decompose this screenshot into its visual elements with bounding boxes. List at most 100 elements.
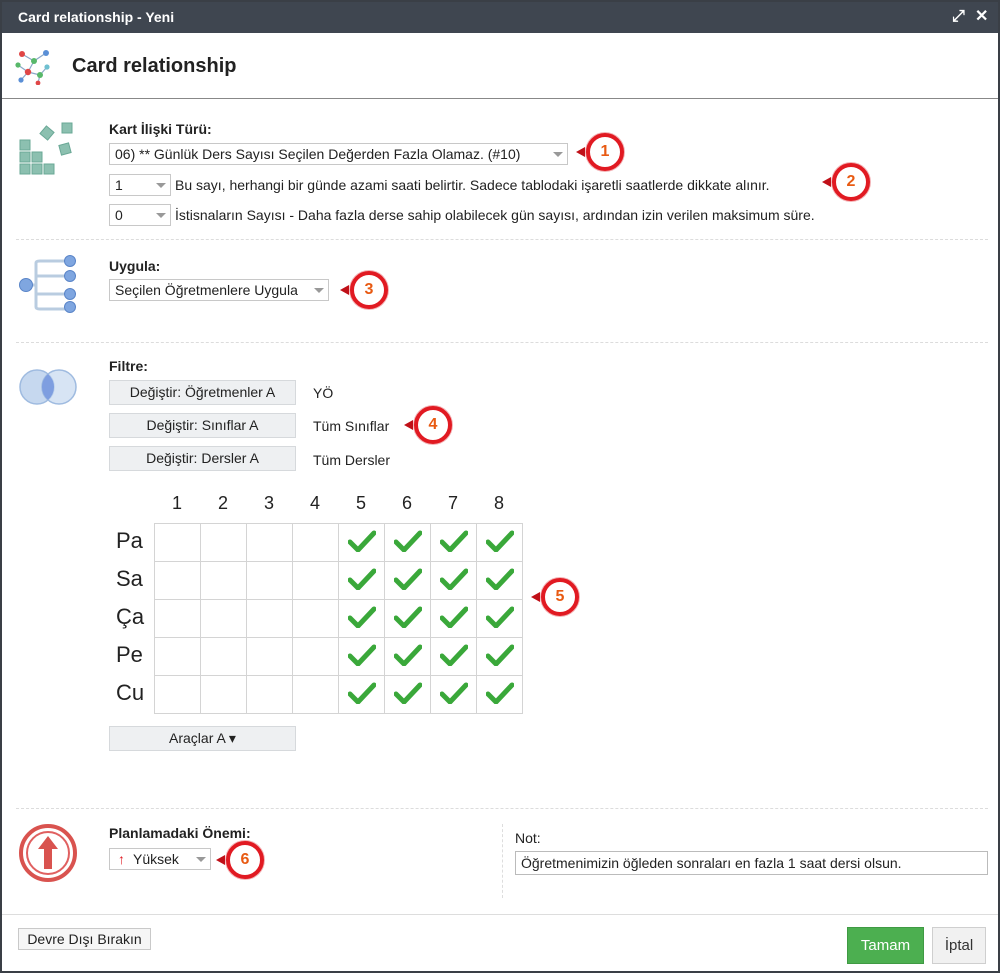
- grid-row-header[interactable]: Pa: [116, 528, 143, 554]
- grid-cell[interactable]: [476, 637, 523, 676]
- relation-type-label: Kart İlişki Türü:: [109, 121, 212, 137]
- time-grid[interactable]: [154, 523, 523, 714]
- change-subjects-button[interactable]: Değiştir: Dersler A: [109, 446, 296, 471]
- grid-cell[interactable]: [430, 675, 477, 714]
- checkmark-icon: [485, 644, 514, 667]
- grid-column-header[interactable]: 1: [154, 493, 200, 514]
- grid-cell[interactable]: [246, 561, 293, 600]
- grid-cell[interactable]: [384, 637, 431, 676]
- callout-number: 4: [428, 416, 438, 433]
- note-label: Not:: [515, 830, 541, 846]
- grid-cell[interactable]: [200, 599, 247, 638]
- divider: [16, 239, 988, 240]
- grid-cell[interactable]: [154, 599, 201, 638]
- checkmark-icon: [485, 568, 514, 591]
- checkmark-icon: [439, 682, 468, 705]
- grid-cell[interactable]: [200, 561, 247, 600]
- relation-type-value: 06) ** Günlük Ders Sayısı Seçilen Değerd…: [115, 146, 521, 162]
- chevron-down-icon: [553, 152, 563, 157]
- callout-number: 6: [240, 851, 250, 868]
- grid-cell[interactable]: [430, 637, 477, 676]
- grid-cell[interactable]: [476, 561, 523, 600]
- grid-column-header[interactable]: 4: [292, 493, 338, 514]
- grid-column-header[interactable]: 3: [246, 493, 292, 514]
- grid-cell[interactable]: [154, 675, 201, 714]
- grid-cell[interactable]: [154, 637, 201, 676]
- grid-cell[interactable]: [430, 561, 477, 600]
- grid-cell[interactable]: [292, 523, 339, 562]
- subjects-value: Tüm Dersler: [313, 452, 391, 468]
- grid-row: [154, 523, 523, 562]
- grid-cell[interactable]: [384, 599, 431, 638]
- grid-cell[interactable]: [384, 675, 431, 714]
- grid-cell[interactable]: [200, 523, 247, 562]
- grid-cell[interactable]: [246, 523, 293, 562]
- exceptions-select[interactable]: 0: [109, 204, 171, 226]
- grid-cell[interactable]: [200, 675, 247, 714]
- apply-select[interactable]: Seçilen Öğretmenlere Uygula: [109, 279, 329, 301]
- dialog-header: Card relationship: [2, 33, 998, 99]
- apply-label: Uygula:: [109, 258, 161, 274]
- grid-cell[interactable]: [476, 599, 523, 638]
- callout-badge-2: 2: [822, 163, 870, 201]
- grid-row: [154, 599, 523, 638]
- grid-row-header[interactable]: Pe: [116, 642, 143, 668]
- disable-button[interactable]: Devre Dışı Bırakın: [18, 928, 151, 950]
- grid-cell[interactable]: [338, 675, 385, 714]
- grid-column-header[interactable]: 2: [200, 493, 246, 514]
- grid-cell[interactable]: [154, 523, 201, 562]
- maximize-icon[interactable]: ⤢: [952, 8, 965, 26]
- callout-number: 3: [364, 281, 374, 298]
- grid-cell[interactable]: [430, 599, 477, 638]
- chevron-down-icon: [314, 288, 324, 293]
- close-icon[interactable]: ✕: [975, 8, 988, 26]
- grid-cell[interactable]: [292, 675, 339, 714]
- count-select[interactable]: 1: [109, 174, 171, 196]
- grid-row-header[interactable]: Sa: [116, 566, 143, 592]
- grid-column-header[interactable]: 6: [384, 493, 430, 514]
- grid-column-header[interactable]: 7: [430, 493, 476, 514]
- relation-type-select[interactable]: 06) ** Günlük Ders Sayısı Seçilen Değerd…: [109, 143, 568, 165]
- grid-row-header[interactable]: Ça: [116, 604, 144, 630]
- grid-cell[interactable]: [338, 561, 385, 600]
- grid-cell[interactable]: [246, 599, 293, 638]
- apply-value: Seçilen Öğretmenlere Uygula: [115, 282, 298, 298]
- grid-cell[interactable]: [338, 523, 385, 562]
- grid-cell[interactable]: [292, 637, 339, 676]
- note-value: Öğretmenimizin öğleden sonraları en fazl…: [521, 855, 902, 871]
- grid-cell[interactable]: [476, 523, 523, 562]
- grid-cell[interactable]: [430, 523, 477, 562]
- grid-cell[interactable]: [292, 561, 339, 600]
- teachers-value: YÖ: [313, 385, 334, 401]
- count-value: 1: [115, 177, 123, 193]
- grid-cell[interactable]: [384, 561, 431, 600]
- grid-row: [154, 675, 523, 714]
- change-teachers-button[interactable]: Değiştir: Öğretmenler A: [109, 380, 296, 405]
- callout-pointer: [822, 177, 831, 187]
- change-classes-button[interactable]: Değiştir: Sınıflar A: [109, 413, 296, 438]
- grid-cell[interactable]: [384, 523, 431, 562]
- grid-cell[interactable]: [338, 599, 385, 638]
- grid-column-header[interactable]: 8: [476, 493, 522, 514]
- ok-button[interactable]: Tamam: [847, 927, 924, 964]
- grid-cell[interactable]: [154, 561, 201, 600]
- grid-row-header[interactable]: Cu: [116, 680, 144, 706]
- cancel-button[interactable]: İptal: [932, 927, 986, 964]
- grid-cell[interactable]: [200, 637, 247, 676]
- grid-cell[interactable]: [476, 675, 523, 714]
- checkmark-icon: [347, 682, 376, 705]
- checkmark-icon: [347, 644, 376, 667]
- callout-number: 1: [600, 143, 610, 160]
- grid-cell[interactable]: [292, 599, 339, 638]
- grid-cell[interactable]: [338, 637, 385, 676]
- grid-column-header[interactable]: 5: [338, 493, 384, 514]
- tools-dropdown-button[interactable]: Araçlar A ▾: [109, 726, 296, 751]
- grid-cell[interactable]: [246, 675, 293, 714]
- red-arrow-up-icon: ↑: [118, 851, 125, 867]
- checkmark-icon: [439, 568, 468, 591]
- grid-row: [154, 561, 523, 600]
- grid-cell[interactable]: [246, 637, 293, 676]
- callout-badge-6: 6: [216, 841, 264, 879]
- importance-select[interactable]: ↑ Yüksek: [109, 848, 211, 870]
- note-input[interactable]: Öğretmenimizin öğleden sonraları en fazl…: [515, 851, 988, 875]
